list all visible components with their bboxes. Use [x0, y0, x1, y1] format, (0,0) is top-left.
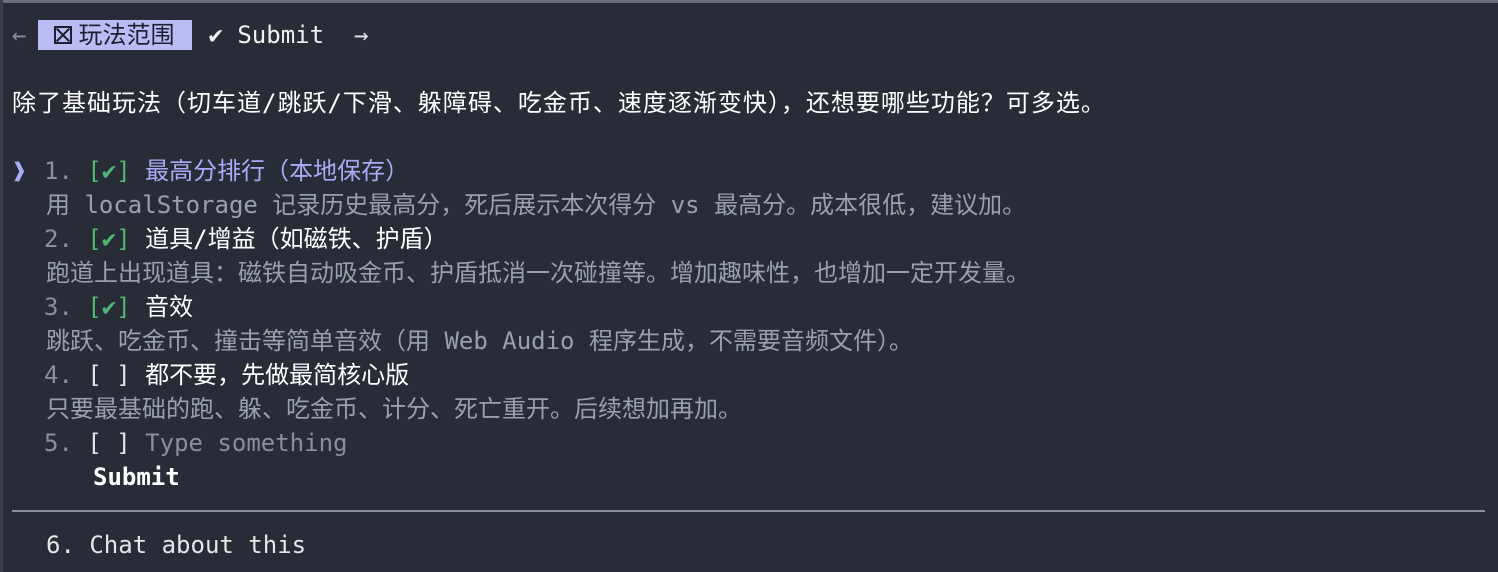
- option-label: 道具/增益（如磁铁、护盾）: [145, 225, 448, 253]
- option-number: 5.: [44, 429, 73, 457]
- submit-button[interactable]: Submit: [93, 460, 180, 494]
- checkbox-x-icon: [54, 26, 73, 44]
- option-checkbox[interactable]: [✔]: [87, 157, 130, 185]
- divider: [12, 510, 1485, 512]
- question-text: 除了基础玩法（切车道/跳跃/下滑、躲障碍、吃金币、速度逐渐变快），还想要哪些功能…: [12, 89, 1106, 117]
- tab-submit[interactable]: ✔ Submit: [208, 18, 324, 52]
- tab-scope-label: 玩法范围: [78, 21, 175, 49]
- arrow-left-icon[interactable]: ←: [12, 18, 26, 52]
- tab-submit-label: Submit: [237, 21, 325, 49]
- tab-scope[interactable]: 玩法范围: [38, 20, 193, 50]
- check-icon: ✔: [208, 21, 223, 49]
- option-4-description: 只要最基础的跑、躲、吃金币、计分、死亡重开。后续想加再加。: [46, 395, 742, 423]
- option-1[interactable]: ❱ 1. [✔] 最高分排行（本地保存）: [12, 154, 409, 188]
- left-border: [0, 0, 3, 572]
- tab-bar: ← 玩法范围 ✔ Submit →: [12, 18, 369, 52]
- option-number: 2.: [44, 225, 73, 253]
- option-5-other[interactable]: 5. [ ] Type something: [12, 426, 347, 460]
- option-number: 4.: [44, 361, 73, 389]
- other-text-input[interactable]: Type something: [145, 429, 347, 457]
- option-checkbox[interactable]: [ ]: [87, 429, 130, 457]
- arrow-right-icon[interactable]: →: [354, 18, 368, 52]
- option-label: 音效: [145, 293, 194, 321]
- option-4[interactable]: 4. [ ] 都不要，先做最简核心版: [12, 358, 409, 392]
- option-1-description: 用 localStorage 记录历史最高分，死后展示本次得分 vs 最高分。成…: [46, 191, 1027, 219]
- option-checkbox[interactable]: [ ]: [87, 361, 130, 389]
- option-number: 1.: [44, 157, 73, 185]
- option-number: 3.: [44, 293, 73, 321]
- option-2[interactable]: 2. [✔] 道具/增益（如磁铁、护盾）: [12, 222, 448, 256]
- option-checkbox[interactable]: [✔]: [87, 225, 130, 253]
- option-checkbox[interactable]: [✔]: [87, 293, 130, 321]
- option-label: 都不要，先做最简核心版: [145, 361, 410, 389]
- option-3-description: 跳跃、吃金币、撞击等简单音效（用 Web Audio 程序生成，不需要音频文件）…: [46, 327, 913, 355]
- top-border: [0, 0, 1498, 3]
- option-label: 最高分排行（本地保存）: [145, 157, 410, 185]
- option-2-description: 跑道上出现道具：磁铁自动吸金币、护盾抵消一次碰撞等。增加趣味性，也增加一定开发量…: [46, 259, 1030, 287]
- option-3[interactable]: 3. [✔] 音效: [12, 290, 193, 324]
- selection-cursor-icon: ❱: [12, 157, 27, 185]
- chat-about-this-option[interactable]: 6. Chat about this: [46, 528, 306, 562]
